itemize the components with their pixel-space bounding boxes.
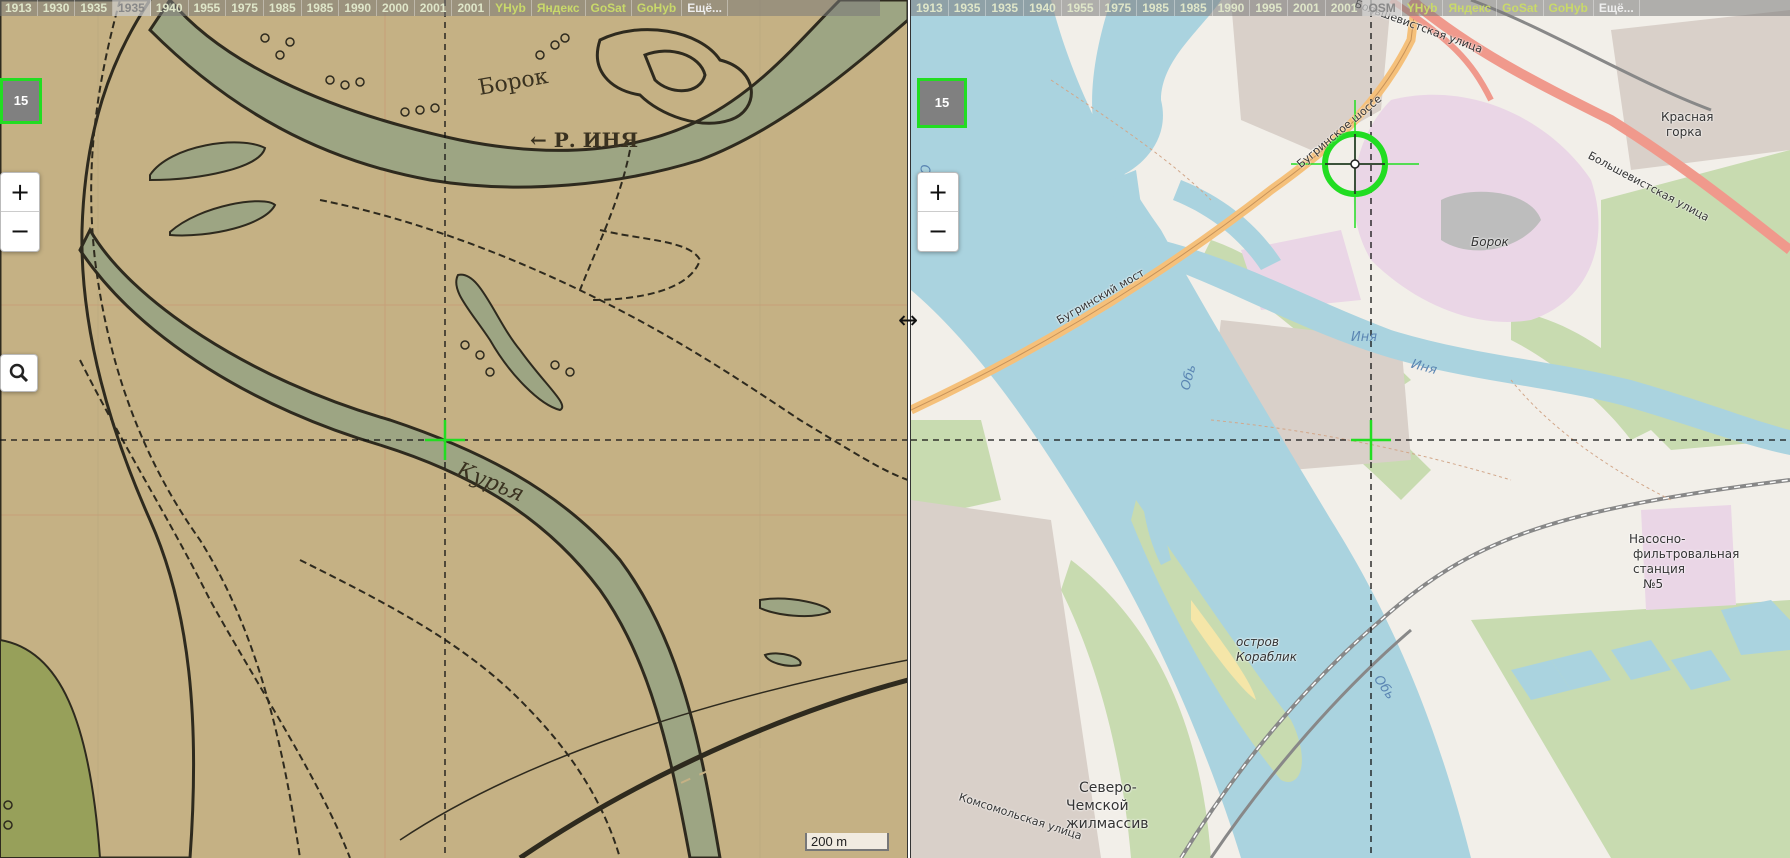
left-year-tab[interactable]: 1975 (226, 0, 264, 16)
right-year-tab[interactable]: 1985 (1175, 0, 1213, 16)
left-year-tab[interactable]: 2000 (377, 0, 415, 16)
right-year-tab[interactable]: 1995 (1250, 0, 1289, 16)
left-zoom-control: + − (0, 172, 40, 252)
left-zoom-in-button[interactable]: + (1, 173, 39, 212)
label-krasnaya-gorka-2: горка (1666, 125, 1702, 139)
right-year-tab[interactable]: 2001 (1326, 0, 1364, 16)
label-station-3: станция (1633, 562, 1685, 576)
map-label-river-inya: ← Р. ИНЯ (530, 128, 639, 152)
left-year-tab[interactable]: 1985 (302, 0, 340, 16)
left-layer-tab[interactable]: GoSat (586, 0, 632, 16)
label-district-1: Северо- (1079, 780, 1137, 796)
left-map-pane[interactable]: Борок ← Р. ИНЯ Курья 1913 1930 1935 1935 194… (0, 0, 908, 858)
left-layer-tab[interactable]: YHyb (490, 0, 532, 16)
resize-horizontal-icon[interactable]: ↔ (885, 306, 931, 334)
right-year-tab[interactable]: 1985 (1137, 0, 1175, 16)
right-year-tab[interactable]: 1935 (986, 0, 1025, 16)
scale-bar: 200 m (805, 833, 889, 851)
search-button[interactable] (0, 354, 38, 392)
label-borok: Борок (1471, 235, 1509, 249)
right-zoom-control: + − (917, 172, 959, 252)
left-zoom-level-badge: 15 (0, 78, 42, 124)
label-district-2: Чемской (1066, 798, 1129, 814)
right-layer-tab[interactable]: Яндекс (1443, 0, 1498, 16)
right-year-tab[interactable]: 2001 (1288, 0, 1326, 16)
label-station-2: фильтровальная (1633, 547, 1740, 561)
label-station-1: Насосно- (1629, 532, 1686, 546)
label-island-1: остров (1236, 635, 1279, 649)
left-layer-tab[interactable]: Яндекс (532, 0, 586, 16)
right-year-tab[interactable]: 1935 (949, 0, 987, 16)
right-year-tab[interactable]: 1990 (1213, 0, 1251, 16)
search-icon (9, 363, 29, 383)
left-year-tab[interactable]: 1955 (189, 0, 227, 16)
right-zoom-in-button[interactable]: + (918, 173, 958, 212)
right-year-tab[interactable]: 1913 (911, 0, 949, 16)
right-layer-tab[interactable]: GoSat (1497, 0, 1544, 16)
right-zoom-level-badge: 15 (917, 78, 967, 128)
right-year-tab[interactable]: 1940 (1024, 0, 1062, 16)
left-year-tab[interactable]: 2001 (415, 0, 453, 16)
right-layer-tab[interactable]: YHyb (1402, 0, 1444, 16)
label-island-2: Кораблик (1236, 650, 1297, 664)
left-year-tab[interactable]: 1935 (75, 0, 114, 16)
left-year-tab[interactable]: 1940 (151, 0, 189, 16)
left-more-button[interactable]: Ещё... (682, 0, 729, 16)
left-year-tab[interactable]: 1930 (38, 0, 76, 16)
label-station-4: №5 (1643, 577, 1664, 591)
label-krasnaya-gorka-1: Красная (1661, 110, 1714, 124)
right-year-tab[interactable]: 1975 (1100, 0, 1138, 16)
left-layer-tab[interactable]: GoHyb (632, 0, 683, 16)
right-year-tab[interactable]: 1955 (1062, 0, 1100, 16)
label-inya-1: Иня (1351, 330, 1378, 345)
left-zoom-out-button[interactable]: − (1, 212, 39, 250)
right-layer-tab[interactable]: GoHyb (1544, 0, 1594, 16)
right-year-bar: 1913 1935 1935 1940 1955 1975 1985 1985 1990 1995… (911, 0, 1790, 16)
left-year-tab[interactable]: 1913 (0, 0, 38, 16)
left-year-bar: 1913 1930 1935 1935 1940 1955 1975 1985 1985 1990… (0, 0, 880, 16)
right-year-tab[interactable]: OSM (1363, 0, 1402, 16)
right-zoom-out-button[interactable]: − (918, 212, 958, 250)
split-divider[interactable] (907, 0, 911, 858)
right-map-pane[interactable]: Большевистская улица Большевистская улиц… (911, 0, 1790, 858)
right-more-button[interactable]: Ещё... (1594, 0, 1640, 16)
left-year-tab[interactable]: 2001 (452, 0, 491, 16)
left-year-tab[interactable]: 1985 (264, 0, 302, 16)
left-year-tab[interactable]: 1990 (339, 0, 378, 16)
left-year-tab[interactable]: 1935 (113, 0, 151, 16)
historic-map-canvas[interactable] (0, 0, 908, 858)
